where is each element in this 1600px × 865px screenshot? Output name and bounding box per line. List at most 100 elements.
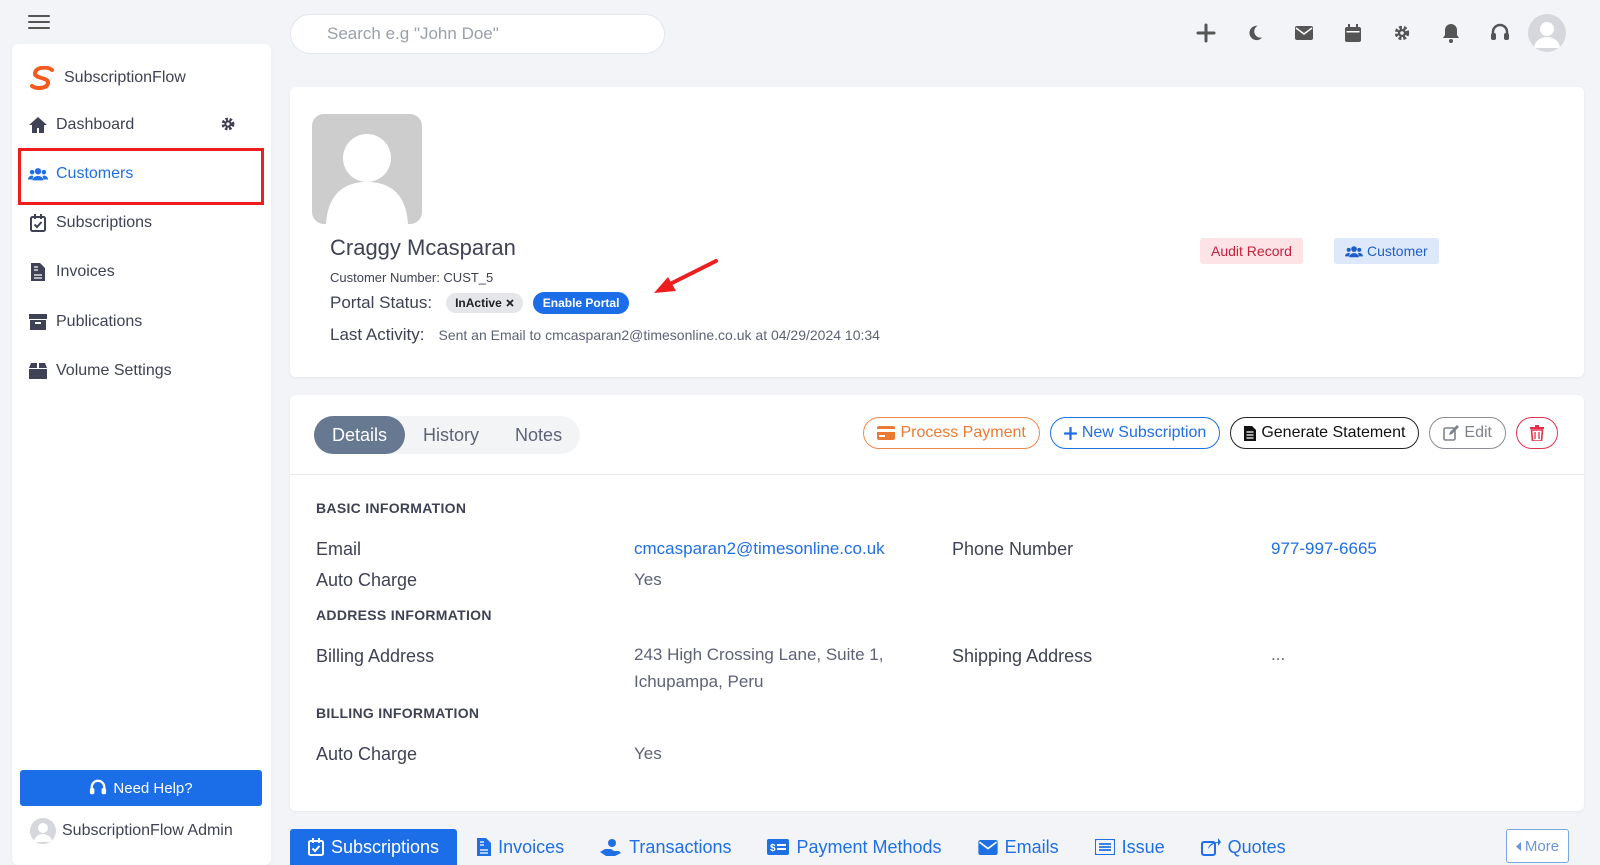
plus-icon[interactable] [1196, 23, 1216, 43]
edit-label: Edit [1464, 424, 1492, 441]
portal-status-badge[interactable]: InActive [446, 293, 523, 313]
delete-button[interactable] [1516, 417, 1558, 449]
subscriptionflow-logo-icon [30, 66, 54, 90]
more-button[interactable]: More [1506, 829, 1569, 863]
auto-charge-value: Yes [634, 570, 662, 589]
details-tabs: Details History Notes [314, 416, 581, 454]
admin-user[interactable]: SubscriptionFlow Admin [30, 818, 233, 844]
users-icon [1345, 245, 1363, 257]
need-help-label: Need Help? [113, 779, 193, 797]
phone-value-link[interactable]: 977-997-6665 [1271, 535, 1377, 562]
audit-record-tag[interactable]: Audit Record [1200, 238, 1303, 264]
credit-card-icon [877, 426, 896, 440]
sidebar-item-invoices[interactable]: Invoices [28, 253, 258, 291]
divider [290, 474, 1584, 475]
sidebar-item-publications[interactable]: Publications [28, 303, 258, 341]
hamburger-menu-icon[interactable] [26, 12, 52, 32]
admin-name: SubscriptionFlow Admin [62, 822, 233, 839]
portal-status-value: InActive [455, 296, 502, 310]
close-icon [506, 299, 514, 307]
admin-avatar [30, 818, 56, 844]
envelope-icon [977, 839, 998, 855]
tab-payment-methods[interactable]: $ Payment Methods [751, 829, 957, 865]
money-card-icon: $ [767, 839, 790, 855]
sidebar-item-label: Publications [56, 313, 143, 330]
enable-portal-button[interactable]: Enable Portal [532, 292, 630, 314]
tab-invoices[interactable]: Invoices [461, 829, 580, 865]
sidebar-item-label: Subscriptions [56, 214, 153, 231]
email-value-link[interactable]: cmcasparan2@timesonline.co.uk [634, 535, 885, 562]
portal-status-row: Portal Status: InActive Enable Portal [330, 292, 630, 314]
tab-history[interactable]: History [405, 416, 497, 454]
customer-avatar [312, 114, 422, 224]
user-avatar[interactable] [1528, 14, 1566, 52]
shipping-address-value: ... [1271, 645, 1286, 664]
billing-auto-charge-label: Auto Charge [316, 744, 418, 764]
calendar-icon[interactable] [1343, 23, 1363, 43]
billing-auto-charge-value: Yes [634, 744, 662, 763]
home-icon [28, 116, 48, 134]
tab-subscriptions[interactable]: Subscriptions [290, 829, 458, 865]
customer-name: Craggy Mcasparan [330, 235, 516, 260]
more-label: More [1524, 837, 1560, 855]
detail-actions: Process Payment New Subscription Generat… [853, 417, 1558, 449]
search-input[interactable] [290, 14, 665, 54]
tab-emails[interactable]: Emails [962, 829, 1075, 865]
email-label: Email [316, 539, 362, 559]
sidebar-item-subscriptions[interactable]: Subscriptions [28, 204, 258, 242]
sidebar-item-label: Volume Settings [56, 362, 172, 379]
tab-details[interactable]: Details [314, 416, 406, 454]
customer-tag[interactable]: Customer [1334, 238, 1439, 264]
customer-tag-label: Customer [1367, 243, 1428, 259]
phone-label: Phone Number [952, 539, 1074, 559]
calendar-check-icon [308, 838, 324, 856]
process-payment-label: Process Payment [900, 424, 1026, 441]
file-invoice-icon [28, 263, 48, 281]
sidebar-item-customers[interactable]: Customers [18, 148, 264, 205]
box-icon [28, 363, 48, 379]
envelope-icon[interactable] [1294, 23, 1314, 43]
new-subscription-button[interactable]: New Subscription [1049, 417, 1221, 449]
trash-icon [1530, 425, 1544, 441]
tab-quotes[interactable]: Quotes [1185, 829, 1302, 865]
headset-icon [90, 779, 107, 795]
tab-issue[interactable]: Issue [1079, 829, 1181, 865]
need-help-button[interactable]: Need Help? [20, 770, 262, 806]
tab-transactions[interactable]: Transactions [584, 829, 747, 865]
sidebar-item-volume-settings[interactable]: Volume Settings [28, 352, 258, 390]
sidebar-item-label: Invoices [56, 263, 115, 280]
highlight-box [18, 148, 264, 205]
archive-icon [28, 314, 48, 330]
headset-icon[interactable] [1490, 23, 1510, 43]
gear-icon[interactable] [1392, 23, 1412, 43]
billing-address-line2: Ichupampa, Peru [634, 672, 764, 691]
list-icon [1094, 839, 1115, 855]
customer-details-card: Details History Notes Process Payment Ne… [290, 395, 1584, 811]
billing-address-label: Billing Address [316, 646, 435, 666]
billing-address-value: 243 High Crossing Lane, Suite 1, Ichupam… [634, 641, 884, 695]
tab-label: Transactions [629, 836, 732, 857]
shipping-address-label: Shipping Address [952, 646, 1093, 666]
customer-number: Customer Number: CUST_5 [330, 270, 494, 285]
tab-notes[interactable]: Notes [497, 416, 580, 454]
dashboard-settings-gear-icon[interactable] [220, 116, 236, 132]
new-subscription-label: New Subscription [1081, 424, 1207, 441]
moon-icon[interactable] [1245, 23, 1265, 43]
brand[interactable]: SubscriptionFlow [30, 66, 186, 90]
sidebar-item-label: Dashboard [56, 116, 135, 133]
share-icon [1200, 838, 1221, 856]
auto-charge-label: Auto Charge [316, 570, 418, 590]
customer-profile-card: Craggy Mcasparan Customer Number: CUST_5… [290, 87, 1584, 377]
tab-label: Quotes [1227, 836, 1286, 857]
tab-label: Issue [1121, 836, 1165, 857]
last-activity-label: Last Activity: [330, 325, 425, 344]
tab-label: Emails [1004, 836, 1059, 857]
document-icon [1244, 425, 1257, 441]
generate-statement-button[interactable]: Generate Statement [1230, 417, 1420, 449]
brand-name: SubscriptionFlow [64, 69, 186, 86]
edit-icon [1443, 425, 1460, 441]
bell-icon[interactable] [1441, 23, 1461, 43]
edit-button[interactable]: Edit [1429, 417, 1506, 449]
file-invoice-icon [477, 838, 492, 856]
process-payment-button[interactable]: Process Payment [863, 417, 1040, 449]
